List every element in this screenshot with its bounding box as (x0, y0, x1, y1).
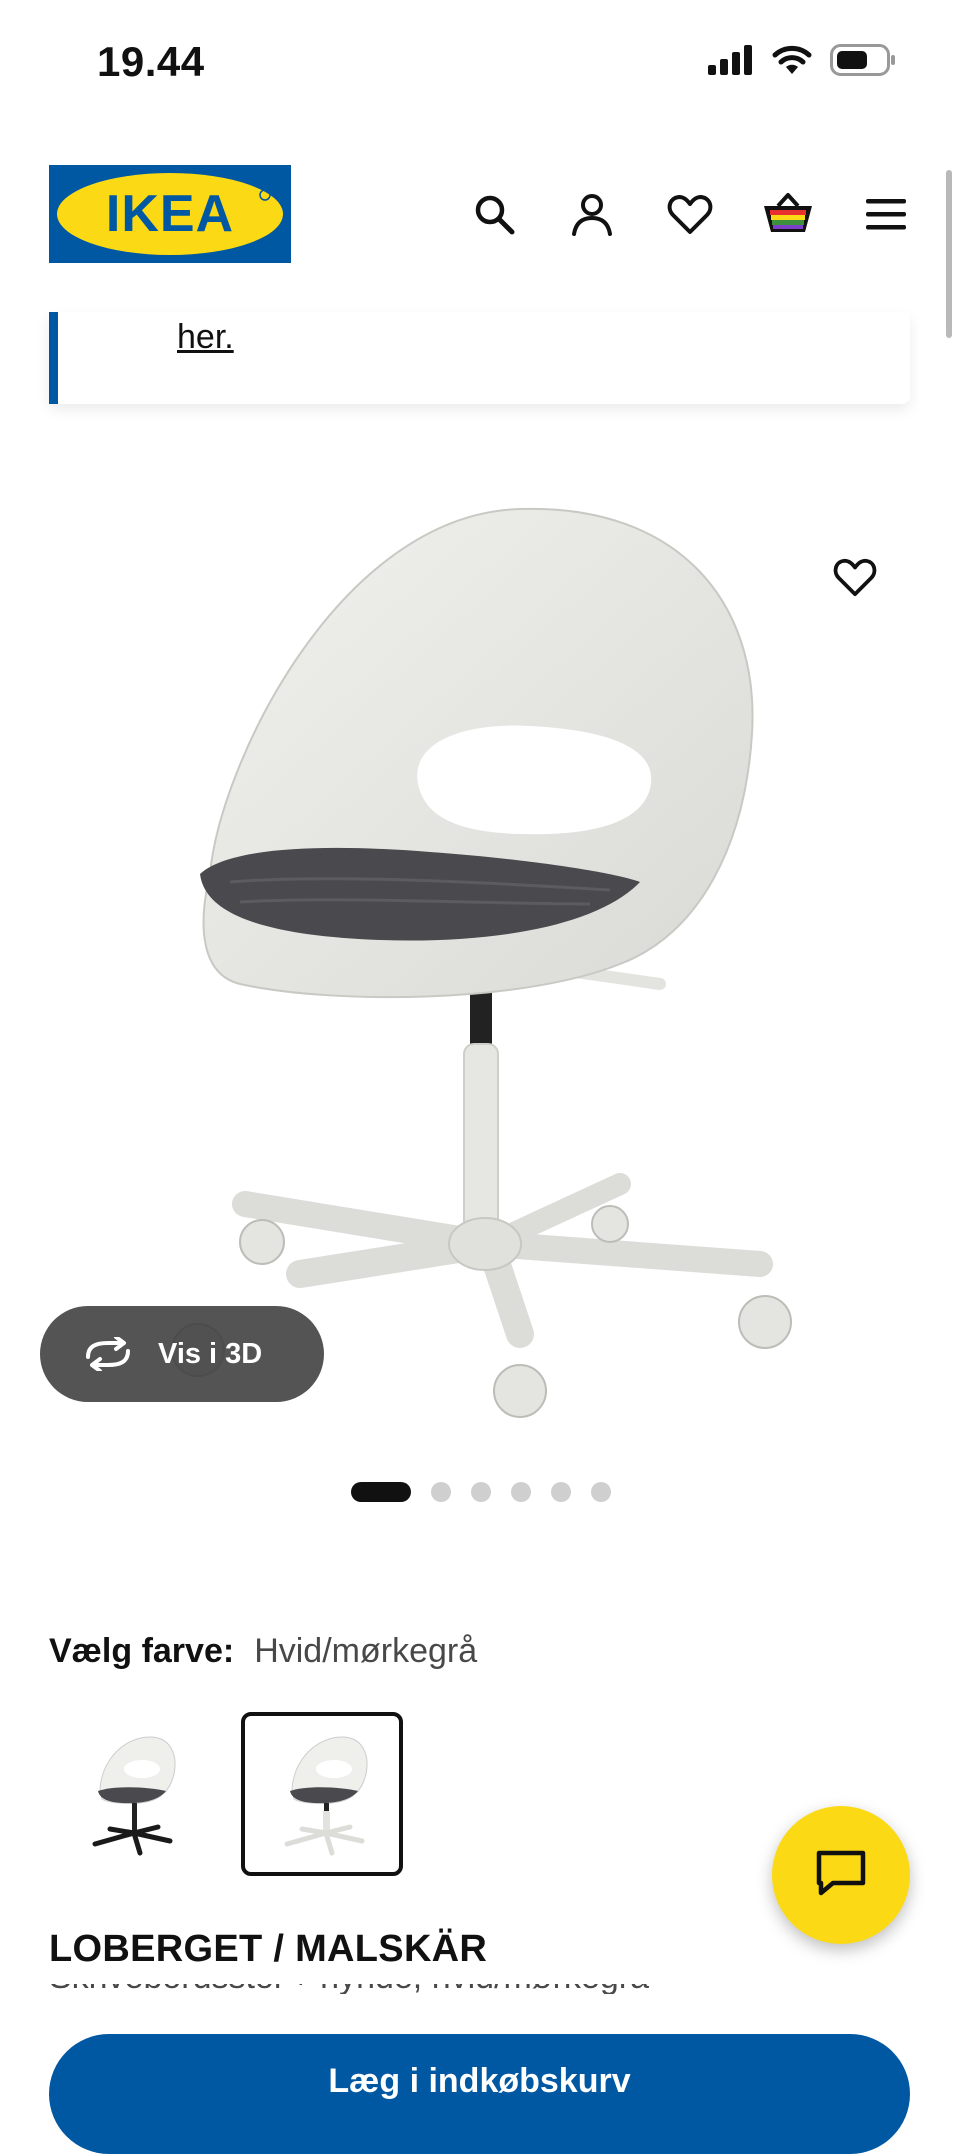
info-notice: her. (49, 312, 910, 404)
gallery-pagination (351, 1482, 611, 1502)
color-value: Hvid/mørkegrå (254, 1632, 478, 1670)
product-image (171, 507, 792, 1418)
gallery-dot[interactable] (471, 1482, 491, 1502)
chair-thumbnail (92, 1736, 176, 1856)
color-selector-header: Vælg farve: Hvid/mørkegrå (49, 1632, 477, 1671)
color-swatch-white[interactable] (241, 1712, 403, 1876)
color-label: Vælg farve: (49, 1632, 235, 1670)
status-bar: 19.44 (0, 0, 960, 130)
wifi-icon (772, 45, 812, 80)
scrollbar[interactable] (946, 170, 952, 338)
notice-accent-bar (49, 312, 58, 404)
battery-icon (830, 44, 896, 81)
product-description: Skrivebordsstol + hynde, hvid/mørkegrå (49, 1984, 909, 1994)
product-name: LOBERGET / MALSKÄR (49, 1928, 488, 1970)
status-icons (708, 44, 896, 81)
account-icon[interactable] (566, 188, 618, 240)
signal-icon (708, 45, 754, 80)
chat-button[interactable] (772, 1806, 910, 1944)
view-in-3d-label: Vis i 3D (158, 1337, 263, 1370)
menu-icon[interactable] (860, 188, 912, 240)
gallery-dot[interactable] (551, 1482, 571, 1502)
gallery-dot[interactable] (431, 1482, 451, 1502)
gallery-dot[interactable] (351, 1482, 411, 1502)
rotate-3d-icon (82, 1337, 134, 1371)
basket-icon[interactable] (762, 188, 814, 240)
product-image-gallery[interactable] (0, 404, 960, 1444)
svg-text:IKEA: IKEA (106, 185, 234, 243)
color-swatch-black[interactable] (49, 1712, 211, 1876)
heart-icon[interactable] (664, 188, 716, 240)
color-swatches (49, 1712, 403, 1876)
add-to-wishlist-heart-icon[interactable] (832, 556, 890, 608)
search-icon[interactable] (468, 188, 520, 240)
add-to-cart-label: Læg i indkøbskurv (328, 2062, 631, 2100)
product-description-clip: Skrivebordsstol + hynde, hvid/mørkegrå (49, 1984, 909, 1994)
add-to-cart-button[interactable]: Læg i indkøbskurv (49, 2034, 910, 2154)
view-in-3d-button[interactable]: Vis i 3D (40, 1306, 324, 1402)
status-time: 19.44 (97, 38, 205, 85)
chair-thumbnail (284, 1736, 368, 1856)
ikea-logo[interactable]: IKEA (49, 165, 291, 263)
gallery-dot[interactable] (511, 1482, 531, 1502)
header-nav (468, 188, 912, 240)
notice-link[interactable]: her. (177, 318, 234, 357)
gallery-dot[interactable] (591, 1482, 611, 1502)
chat-icon (815, 1849, 867, 1902)
